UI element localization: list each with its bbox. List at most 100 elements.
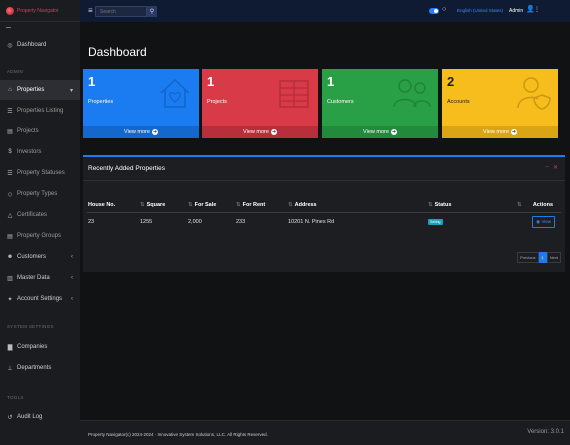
recent-properties-panel: Recently Added Properties – ✕ House No. … <box>83 155 565 272</box>
sidebar-item-label: Investors <box>17 149 42 155</box>
status-badge: Selling <box>428 219 443 226</box>
close-icon[interactable]: ✕ <box>553 164 558 171</box>
topbar: ≡ ⚲ ○ English (United States) Admin 👤 ⋮ <box>80 0 570 22</box>
view-more-label: View more <box>363 129 389 135</box>
sort-icon: ⇅ <box>428 201 433 208</box>
sidebar-item-label: Master Data <box>17 275 50 281</box>
view-more-link[interactable]: View more ➜ <box>322 126 438 138</box>
sidebar-item-audit-log[interactable]: ↺ Audit Log <box>0 407 80 427</box>
card-accounts: 2 Accounts View more ➜ <box>442 69 558 138</box>
chevron-down-icon: ▾ <box>69 87 73 94</box>
sidebar-item-account-settings[interactable]: ✦ Account Settings ‹ <box>0 289 80 309</box>
card-label: Customers <box>327 99 354 105</box>
sort-icon: ⇅ <box>517 201 522 208</box>
column-label: Actions <box>532 201 553 208</box>
user-shield-icon <box>517 77 551 110</box>
section-tools: TOOLS <box>7 395 24 400</box>
card-customers: 1 Customers View more ➜ <box>322 69 438 138</box>
sidebar-item-label: Properties <box>17 87 45 93</box>
page-title: Dashboard <box>88 45 147 59</box>
column-header-status[interactable]: ⇅ Status <box>427 198 513 213</box>
sidebar-item-companies[interactable]: ▇ Companies <box>0 337 80 357</box>
hamburger-icon[interactable]: ≡ <box>88 6 93 15</box>
sidebar-item-departments[interactable]: ⊥ Departments <box>0 358 80 378</box>
sidebar-item-label: Property Groups <box>17 233 62 239</box>
cell-actions: ◉ View <box>513 212 561 232</box>
sidebar-item-label: Certificates <box>17 212 48 218</box>
cell-address: 10201 N. Pines Rd <box>288 219 335 226</box>
column-header-house-no[interactable]: House No. <box>87 198 139 213</box>
sidebar-item-customers[interactable]: ☻ Customers ‹ <box>0 247 80 267</box>
sidebar-item-label: Properties Listing <box>17 108 64 114</box>
view-more-label: View more <box>124 129 150 135</box>
sidebar-item-properties[interactable]: ⌂ Properties ▾ <box>0 80 80 100</box>
sitemap-icon: ⊥ <box>7 365 13 372</box>
sort-icon: ⇅ <box>288 201 293 208</box>
database-icon: ▥ <box>7 275 13 282</box>
chevron-left-icon: ‹ <box>71 254 73 260</box>
copyright-text: Property Navigator(c) 2024-2024 · Innova… <box>88 432 268 437</box>
pagination-previous[interactable]: Previous <box>516 252 539 263</box>
table-row: 23 1255 2,000 233 10201 N. Pines Rd Sell… <box>87 212 561 232</box>
sidebar-item-certificates[interactable]: △ Certificates <box>0 205 80 225</box>
column-header-address[interactable]: ⇅ Address <box>287 198 427 213</box>
user-name[interactable]: Admin <box>509 8 523 14</box>
sidebar-item-properties-listing[interactable]: ☰ Properties Listing <box>0 101 80 121</box>
sidebar-item-label: Property Statuses <box>17 170 65 176</box>
sidebar-item-property-statuses[interactable]: ☰ Property Statuses <box>0 163 80 183</box>
card-label: Properties <box>88 99 114 105</box>
section-system-settings: SYSTEM SETTINGS <box>7 324 54 329</box>
view-more-link[interactable]: View more ➜ <box>442 126 558 138</box>
brand[interactable]: Property Navigator <box>0 0 80 22</box>
users-icon: ☻ <box>6 254 14 260</box>
view-more-link[interactable]: View more ➜ <box>202 126 318 138</box>
dark-mode-toggle[interactable] <box>429 8 439 14</box>
search-input[interactable] <box>95 6 147 17</box>
cell-for-sale: 2,000 <box>188 219 202 226</box>
properties-table: House No. ⇅ Square ⇅ For Sale ⇅ For Rent ⇅ A… <box>87 198 561 232</box>
search-icon[interactable]: ⚲ <box>147 6 157 17</box>
folder-icon: ▤ <box>7 128 13 135</box>
view-button[interactable]: ◉ View <box>532 216 555 229</box>
sidebar-item-label: Audit Log <box>17 414 43 420</box>
list-icon: ☰ <box>7 170 13 177</box>
moon-icon[interactable]: ○ <box>442 6 446 13</box>
column-label: Square <box>146 201 166 208</box>
sort-icon: ⇅ <box>140 201 145 208</box>
sidebar-item-label: Companies <box>17 344 48 350</box>
sidebar-item-dashboard[interactable]: ◎ Dashboard <box>0 35 80 55</box>
sidebar: Property Navigator ◎ Dashboard ADMIN ⌂ P… <box>0 0 80 445</box>
brand-name: Property Navigator <box>17 7 59 14</box>
pagination-page[interactable]: 1 <box>538 252 547 263</box>
chevron-left-icon: ‹ <box>71 296 73 302</box>
card-count: 2 <box>447 74 455 89</box>
card-label: Accounts <box>447 99 470 105</box>
column-header-for-sale[interactable]: ⇅ For Sale <box>187 198 235 213</box>
sidebar-item-investors[interactable]: $ Investors <box>0 142 80 162</box>
card-count: 1 <box>207 74 215 89</box>
column-header-for-rent[interactable]: ⇅ For Rent <box>235 198 287 213</box>
users-icon <box>393 79 431 108</box>
language-selector[interactable]: English (United States) <box>457 8 503 13</box>
pagination-next[interactable]: Next <box>546 252 561 263</box>
more-vertical-icon[interactable]: ⋮ <box>534 6 540 13</box>
home-icon: ⌂ <box>8 87 12 93</box>
view-more-link[interactable]: View more ➜ <box>83 126 199 138</box>
building-icon: ▇ <box>7 344 13 351</box>
speedometer-icon: ◎ <box>7 42 13 49</box>
sidebar-item-property-types[interactable]: ◇ Property Types <box>0 184 80 204</box>
sidebar-item-property-groups[interactable]: ▤ Property Groups <box>0 226 80 246</box>
collapse-icon[interactable]: – <box>546 164 549 171</box>
list-icon: ▤ <box>7 233 13 240</box>
sidebar-item-master-data[interactable]: ▥ Master Data ‹ <box>0 268 80 288</box>
sidebar-item-projects[interactable]: ▤ Projects <box>0 121 80 141</box>
column-header-square[interactable]: ⇅ Square <box>139 198 187 213</box>
pagination: Previous 1 Next <box>516 252 561 263</box>
column-header-actions: ⇅ Actions <box>513 198 561 213</box>
arrow-right-icon: ➜ <box>390 129 397 135</box>
sidebar-item-label: Dashboard <box>17 42 47 48</box>
brand-logo-icon <box>6 6 14 15</box>
dollar-icon: $ <box>8 149 12 155</box>
certificate-icon: △ <box>7 212 13 219</box>
column-label: House No. <box>88 201 116 208</box>
